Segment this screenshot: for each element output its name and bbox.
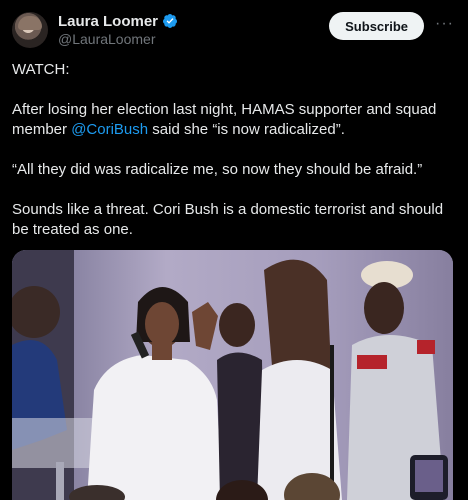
video-thumbnail[interactable]	[12, 250, 453, 500]
avatar[interactable]	[12, 12, 48, 48]
tweet-paragraph-2: After losing her election last night, HA…	[12, 101, 437, 138]
tweet-card: Laura Loomer @LauraLoomer Subscribe ··· …	[0, 0, 468, 500]
subscribe-button[interactable]: Subscribe	[329, 12, 424, 40]
tweet-paragraph-3: “All they did was radicalize me, so now …	[12, 161, 423, 178]
author-name[interactable]: Laura Loomer	[58, 13, 158, 30]
more-options-icon[interactable]: ···	[435, 16, 454, 32]
verified-badge-icon	[163, 14, 178, 28]
tweet-header: Laura Loomer @LauraLoomer Subscribe ···	[12, 10, 456, 50]
video-scene	[12, 250, 453, 500]
mention-link[interactable]: @CoriBush	[71, 121, 148, 138]
author-name-line[interactable]: Laura Loomer	[58, 12, 178, 30]
author-handle[interactable]: @LauraLoomer	[58, 31, 156, 47]
tweet-line-watch: WATCH:	[12, 61, 70, 78]
tweet-paragraph-4: Sounds like a threat. Cori Bush is a dom…	[12, 201, 444, 238]
tweet-text: WATCH: After losing her election last ni…	[12, 60, 458, 240]
